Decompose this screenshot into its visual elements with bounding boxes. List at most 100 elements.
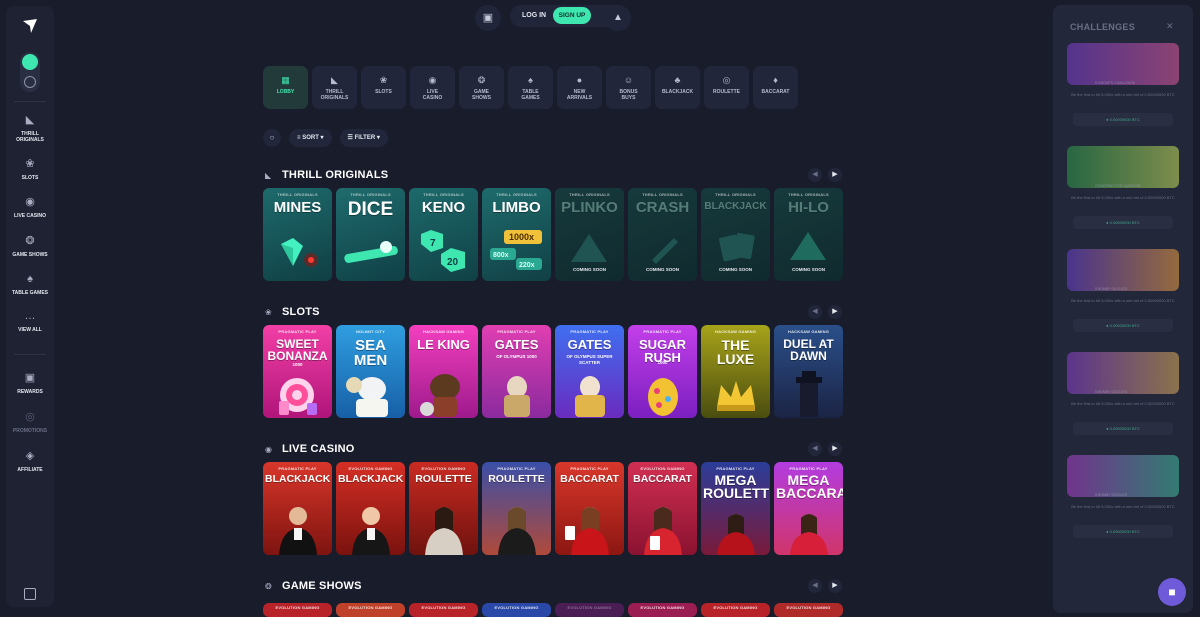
plinko-icon (571, 234, 607, 262)
section-title[interactable]: LIVE CASINO (282, 442, 355, 456)
tab-roulette[interactable]: ◎ ROULETTE (704, 66, 749, 109)
game-card[interactable]: THRILL ORIGINALS LIMBO 1000x 800x 220x (482, 188, 551, 281)
section-title[interactable]: SLOTS (282, 305, 320, 319)
section-title[interactable]: THRILL ORIGINALS (282, 168, 388, 182)
tab-slots[interactable]: ❀ SLOTS (361, 66, 406, 109)
game-card[interactable]: NOLIMIT CITY SEA MEN (336, 325, 405, 418)
sidebar-item-slots[interactable]: ❀ SLOTS (6, 157, 54, 181)
game-card[interactable]: THRILL ORIGINALS KENO 7 20 (409, 188, 478, 281)
game-card[interactable]: THRILL ORIGINALS CRASH COMING SOON (628, 188, 697, 281)
game-card[interactable]: EVOLUTION GAMING BLACKJACK (336, 462, 405, 555)
game-card[interactable]: HACKSAW GAMING DUEL AT DAWN (774, 325, 843, 418)
game-card[interactable]: PRAGMATIC PLAY MEGA BACCARAT (774, 462, 843, 555)
wheel-icon: ❂ (477, 75, 486, 85)
cards-icon: ♠ (528, 75, 533, 85)
game-card[interactable]: EVOLUTION GAMING (628, 603, 697, 617)
thrill-logo-icon[interactable] (22, 18, 38, 34)
diamond-icon: ♦ (773, 75, 778, 85)
prev-arrow-icon[interactable]: ◀ (808, 579, 822, 593)
prev-arrow-icon[interactable]: ◀ (808, 305, 822, 319)
gift-icon[interactable]: ▣ (475, 5, 501, 31)
game-card[interactable]: EVOLUTION GAMING (263, 603, 332, 617)
sidebar-item-live-casino[interactable]: ◉ LIVE CASINO (6, 195, 54, 219)
collapse-sidebar-icon[interactable] (24, 588, 36, 600)
gift-icon: ▣ (24, 372, 36, 384)
casino-mode-icon[interactable] (22, 54, 38, 70)
tab-game-shows[interactable]: ❂ GAME SHOWS (459, 66, 504, 109)
game-card[interactable]: PRAGMATIC PLAY SUGAR RUSH 1000 (628, 325, 697, 418)
tab-baccarat[interactable]: ♦ BACCARAT (753, 66, 798, 109)
game-card[interactable]: THRILL ORIGINALS HI-LO COMING SOON (774, 188, 843, 281)
sidebar-item-promotions[interactable]: ◎ PROMOTIONS (6, 410, 54, 434)
game-card[interactable]: EVOLUTION GAMING ROULETTE (409, 462, 478, 555)
next-arrow-icon[interactable]: ▶ (828, 579, 842, 593)
tab-new-arrivals[interactable]: ● NEW ARRIVALS (557, 66, 602, 109)
category-tabs: ▦ LOBBY ◣ THRILL ORIGINALS ❀ SLOTS ◉ LIVE CASI… (263, 66, 798, 109)
game-card[interactable]: EVOLUTION GAMING (774, 603, 843, 617)
bell-icon[interactable]: ▲ (605, 5, 631, 31)
chat-icon[interactable]: ■ (1158, 578, 1186, 606)
sidebar-item-game-shows[interactable]: ❂ GAME SHOWS (6, 234, 54, 258)
dealer-portrait-icon (644, 507, 682, 555)
challenge-card[interactable]: CONSTRUCTOR CASHOOR Be the first to hit … (1065, 146, 1181, 232)
game-card[interactable]: PRAGMATIC PLAY SWEET BONANZA 1000 (263, 325, 332, 418)
game-card[interactable]: THRILL ORIGINALS PLINKO COMING SOON (555, 188, 624, 281)
game-card[interactable]: PRAGMATIC PLAY GATES OF OLYMPUS SUPER SC… (555, 325, 624, 418)
zeus-character-icon (575, 376, 605, 417)
login-button[interactable]: LOG IN (522, 5, 546, 27)
wheel-icon: ❂ (25, 235, 35, 247)
mode-toggle[interactable] (20, 52, 40, 92)
sort-button[interactable]: ≡ SORT ▾ (289, 129, 332, 147)
challenge-card[interactable]: 5 GROUPS CHALLENGE Be the first to hit 5… (1065, 43, 1181, 129)
filter-button[interactable]: ☰ FILTER ▾ (339, 129, 388, 147)
game-card[interactable]: HACKSAW GAMING THE LUXE (701, 325, 770, 418)
candy-egg-icon (648, 378, 678, 416)
sidebar-item-table-games[interactable]: ♠ TABLE GAMES (6, 272, 54, 296)
signup-button[interactable]: SIGN UP (553, 7, 591, 24)
game-card[interactable]: PRAGMATIC PLAY GATES OF OLYMPUS 1000 (482, 325, 551, 418)
game-card[interactable]: HACKSAW GAMING LE KING (409, 325, 478, 418)
sidebar-item-thrill-originals[interactable]: ◣ THRILL ORIGINALS (6, 113, 54, 143)
section-title[interactable]: GAME SHOWS (282, 579, 362, 593)
prev-arrow-icon[interactable]: ◀ (808, 442, 822, 456)
cowboy-silhouette-icon (796, 371, 822, 417)
sidebar-item-affiliate[interactable]: ◈ AFFILIATE (6, 449, 54, 473)
game-card[interactable]: PRAGMATIC PLAY BLACKJACK (263, 462, 332, 555)
tab-blackjack[interactable]: ♣ BLACKJACK (655, 66, 700, 109)
challenge-card[interactable]: 5 BOMBY GIGGLES Be the first to hit 5,00… (1065, 352, 1181, 438)
game-card[interactable]: PRAGMATIC PLAY ROULETTE (482, 462, 551, 555)
dots-icon: … (24, 310, 36, 322)
game-card[interactable]: PRAGMATIC PLAY BACCARAT (555, 462, 624, 555)
game-card[interactable]: EVOLUTION GAMING (409, 603, 478, 617)
dealer-portrait-icon (425, 507, 463, 555)
cards-icon (719, 232, 755, 262)
tab-thrill-originals[interactable]: ◣ THRILL ORIGINALS (312, 66, 357, 109)
rocket-icon (652, 238, 678, 264)
sports-mode-icon[interactable] (24, 76, 36, 88)
game-card[interactable]: EVOLUTION GAMING (701, 603, 770, 617)
thrill-originals-icon: ◣ (331, 75, 338, 85)
tab-bonus-buys[interactable]: ☺ BONUS BUYS (606, 66, 651, 109)
tab-lobby[interactable]: ▦ LOBBY (263, 66, 308, 109)
sidebar-item-view-all[interactable]: … VIEW ALL (6, 309, 54, 333)
game-card[interactable]: EVOLUTION GAMING (336, 603, 405, 617)
next-arrow-icon[interactable]: ▶ (828, 168, 842, 182)
prev-arrow-icon[interactable]: ◀ (808, 168, 822, 182)
next-arrow-icon[interactable]: ▶ (828, 442, 842, 456)
game-card[interactable]: THRILL ORIGINALS BLACKJACK COMING SOON (701, 188, 770, 281)
close-icon[interactable]: ✕ (1166, 21, 1174, 32)
game-card[interactable]: EVOLUTION GAMING (555, 603, 624, 617)
game-card[interactable]: THRILL ORIGINALS DICE (336, 188, 405, 281)
game-card[interactable]: THRILL ORIGINALS MINES (263, 188, 332, 281)
game-card[interactable]: EVOLUTION GAMING (482, 603, 551, 617)
challenge-card[interactable]: 5 BOMBY GIGGLES Be the first to hit 5,00… (1065, 249, 1181, 335)
section-game-shows: ❂ GAME SHOWS ◀ ▶ EVOLUTION GAMING EVOLUT… (263, 579, 844, 617)
tab-live-casino[interactable]: ◉ LIVE CASINO (410, 66, 455, 109)
tab-table-games[interactable]: ♠ TABLE GAMES (508, 66, 553, 109)
challenge-card[interactable]: 5 BOMBY GIGGLES Be the first to hit 5,00… (1065, 455, 1181, 541)
game-card[interactable]: EVOLUTION GAMING BACCARAT (628, 462, 697, 555)
search-icon[interactable]: ○ (263, 129, 281, 147)
sidebar-item-rewards[interactable]: ▣ REWARDS (6, 371, 54, 395)
next-arrow-icon[interactable]: ▶ (828, 305, 842, 319)
game-card[interactable]: PRAGMATIC PLAY MEGA ROULETTE (701, 462, 770, 555)
